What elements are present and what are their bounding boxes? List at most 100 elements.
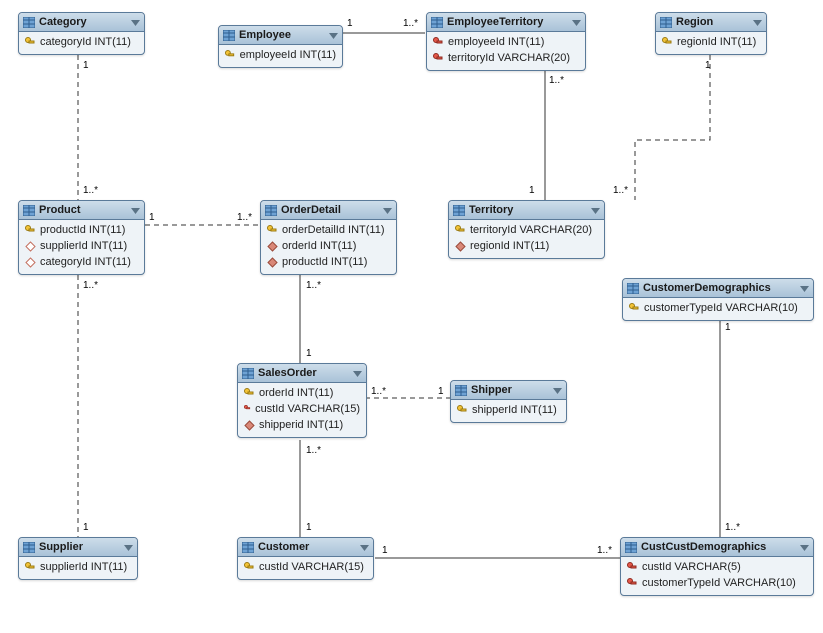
column-row: shipperid INT(11)	[238, 417, 366, 433]
card-label: 1..*	[597, 545, 612, 556]
primary-key-icon	[25, 225, 36, 236]
entity-product: Product productId INT(11) supplierId INT…	[18, 200, 145, 275]
entity-cust-cust-demographics: CustCustDemographics custId VARCHAR(5) c…	[620, 537, 814, 596]
card-label: 1	[306, 522, 312, 533]
primary-key-icon	[457, 405, 468, 416]
column-row: productId INT(11)	[19, 222, 144, 238]
column-row: employeeId INT(11)	[219, 47, 342, 63]
chevron-down-icon	[329, 31, 338, 40]
column-row: categoryId INT(11)	[19, 34, 144, 50]
nullable-fk-icon	[25, 241, 36, 252]
table-icon	[625, 542, 637, 553]
entity-title: SalesOrder	[258, 367, 317, 379]
entity-title: EmployeeTerritory	[447, 16, 543, 28]
card-label: 1	[83, 60, 89, 71]
card-label: 1..*	[549, 75, 564, 86]
column-text: customerTypeId VARCHAR(10)	[644, 302, 798, 314]
column-row: territoryId VARCHAR(20)	[449, 222, 604, 238]
entity-region: Region regionId INT(11)	[655, 12, 767, 55]
entity-header: Shipper	[451, 381, 566, 400]
entity-customer: Customer custId VARCHAR(15)	[237, 537, 374, 580]
entity-header: EmployeeTerritory	[427, 13, 585, 32]
entity-sales-order: SalesOrder orderId INT(11) custId VARCHA…	[237, 363, 367, 438]
entity-title: Product	[39, 204, 81, 216]
column-text: shipperid INT(11)	[259, 419, 343, 431]
column-text: territoryId VARCHAR(20)	[448, 52, 570, 64]
entity-header: Region	[656, 13, 766, 32]
card-label: 1..*	[306, 445, 321, 456]
entity-header: CustCustDemographics	[621, 538, 813, 557]
column-text: categoryId INT(11)	[40, 256, 131, 268]
entity-title: OrderDetail	[281, 204, 341, 216]
table-icon	[242, 542, 254, 553]
table-icon	[242, 368, 254, 379]
primary-key-icon	[25, 562, 36, 573]
primary-key-icon	[25, 37, 36, 48]
chevron-down-icon	[572, 18, 581, 27]
card-label: 1..*	[403, 18, 418, 29]
entity-shipper: Shipper shipperId INT(11)	[450, 380, 567, 423]
card-label: 1	[347, 18, 353, 29]
entity-employee: Employee employeeId INT(11)	[218, 25, 343, 68]
entity-title: Supplier	[39, 541, 83, 553]
foreign-key-icon	[433, 37, 444, 48]
entity-header: Customer	[238, 538, 373, 557]
entity-title: Employee	[239, 29, 291, 41]
column-text: productId INT(11)	[282, 256, 367, 268]
primary-key-icon	[455, 225, 466, 236]
table-icon	[627, 283, 639, 294]
column-text: custId VARCHAR(15)	[255, 403, 360, 415]
column-row: orderId INT(11)	[238, 385, 366, 401]
card-label: 1..*	[725, 522, 740, 533]
column-text: categoryId INT(11)	[40, 36, 131, 48]
table-icon	[23, 17, 35, 28]
chevron-down-icon	[131, 18, 140, 27]
column-text: employeeId INT(11)	[240, 49, 336, 61]
entity-title: Shipper	[471, 384, 512, 396]
entity-territory: Territory territoryId VARCHAR(20) region…	[448, 200, 605, 259]
entity-header: SalesOrder	[238, 364, 366, 383]
column-row: custId VARCHAR(15)	[238, 401, 366, 417]
column-row: categoryId INT(11)	[19, 254, 144, 270]
entity-category: Category categoryId INT(11)	[18, 12, 145, 55]
entity-supplier: Supplier supplierId INT(11)	[18, 537, 138, 580]
column-text: orderDetailId INT(11)	[282, 224, 385, 236]
card-label: 1	[382, 545, 388, 556]
entity-title: Region	[676, 16, 713, 28]
foreign-key-icon	[433, 53, 444, 64]
chevron-down-icon	[131, 206, 140, 215]
table-icon	[265, 205, 277, 216]
column-text: territoryId VARCHAR(20)	[470, 224, 592, 236]
foreign-key-icon	[627, 562, 638, 573]
card-label: 1	[438, 386, 444, 397]
entity-header: Product	[19, 201, 144, 220]
primary-key-icon	[629, 303, 640, 314]
column-text: regionId INT(11)	[470, 240, 549, 252]
column-text: orderId INT(11)	[282, 240, 356, 252]
column-row: custId VARCHAR(15)	[238, 559, 373, 575]
chevron-down-icon	[124, 543, 133, 552]
entity-employee-territory: EmployeeTerritory employeeId INT(11) ter…	[426, 12, 586, 71]
entity-title: Customer	[258, 541, 309, 553]
column-text: shipperId INT(11)	[472, 404, 557, 416]
column-row: territoryId VARCHAR(20)	[427, 50, 585, 66]
entity-order-detail: OrderDetail orderDetailId INT(11) orderI…	[260, 200, 397, 275]
column-row: productId INT(11)	[261, 254, 396, 270]
card-label: 1..*	[306, 280, 321, 291]
entity-title: Territory	[469, 204, 513, 216]
primary-key-icon	[662, 37, 673, 48]
entity-columns: categoryId INT(11)	[19, 32, 144, 54]
column-row: orderDetailId INT(11)	[261, 222, 396, 238]
card-label: 1	[83, 522, 89, 533]
card-label: 1	[725, 322, 731, 333]
entity-header: OrderDetail	[261, 201, 396, 220]
column-row: shipperId INT(11)	[451, 402, 566, 418]
table-icon	[455, 385, 467, 396]
column-row: orderId INT(11)	[261, 238, 396, 254]
card-label: 1..*	[237, 212, 252, 223]
column-text: custId VARCHAR(15)	[259, 561, 364, 573]
chevron-down-icon	[800, 543, 809, 552]
card-label: 1	[529, 185, 535, 196]
chevron-down-icon	[753, 18, 762, 27]
chevron-down-icon	[360, 543, 369, 552]
